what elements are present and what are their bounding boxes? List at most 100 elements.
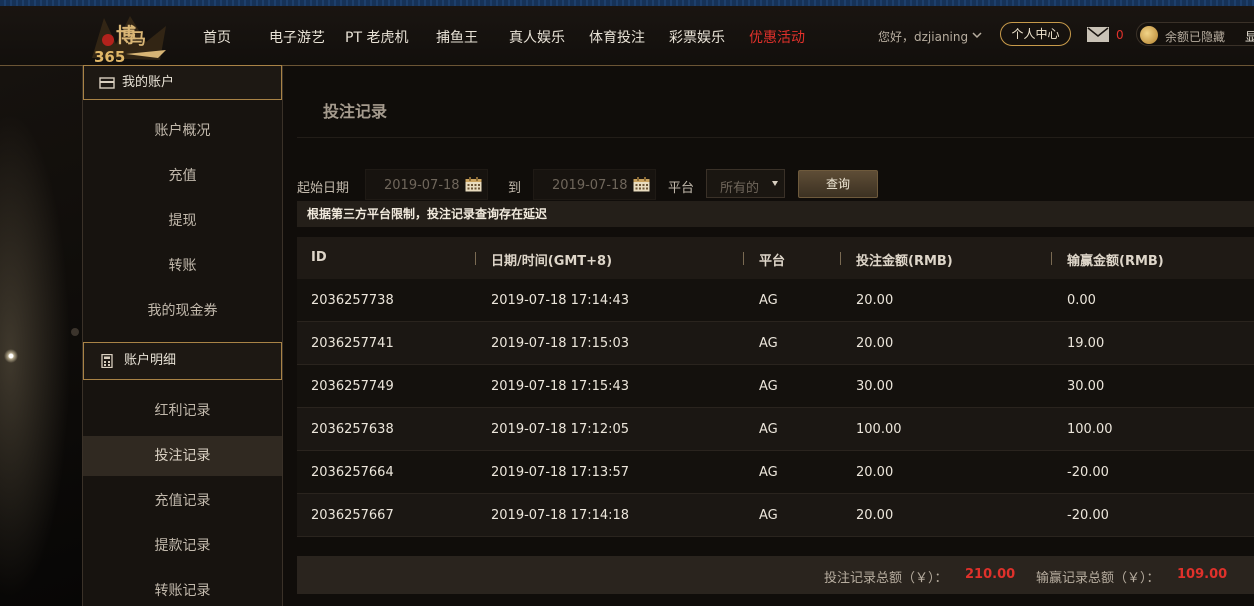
- column-header-datetime: 日期/时间(GMT+8): [491, 254, 613, 269]
- column-divider: [1051, 252, 1052, 265]
- show-balance-link[interactable]: 显: [1245, 28, 1254, 45]
- cell-datetime: 2019-07-18 17:14:18: [491, 508, 630, 523]
- dropdown-arrow-icon: [772, 181, 778, 186]
- balance-toggle[interactable]: 余额已隐藏 显: [1136, 22, 1254, 46]
- sidebar-item-transfer[interactable]: 转账: [83, 246, 282, 286]
- column-header-platform: 平台: [759, 254, 786, 269]
- nav-live-casino[interactable]: 真人娱乐: [509, 27, 565, 47]
- cell-platform: AG: [759, 379, 778, 394]
- nav-home[interactable]: 首页: [203, 27, 231, 47]
- chevron-down-icon[interactable]: [971, 30, 983, 40]
- nav-fishing-king[interactable]: 捕鱼王: [436, 27, 478, 47]
- cell-id: 2036257749: [311, 379, 394, 394]
- cell-datetime: 2019-07-18 17:15:03: [491, 336, 630, 351]
- cell-win-loss: 100.00: [1067, 422, 1113, 437]
- nav-lottery[interactable]: 彩票娱乐: [669, 27, 725, 47]
- sidebar-item-bet-records[interactable]: 投注记录: [83, 436, 282, 476]
- sidebar-section-account-details[interactable]: 账户明细: [83, 342, 282, 380]
- nav-sports-betting[interactable]: 体育投注: [589, 27, 645, 47]
- query-button[interactable]: 查询: [798, 170, 878, 198]
- sidebar-item-withdraw[interactable]: 提现: [83, 201, 282, 241]
- page-title: 投注记录: [323, 102, 388, 121]
- totals-summary-bar: 投注记录总额（￥）： 210.00 输赢记录总额（￥）： 109.00: [297, 556, 1254, 594]
- column-divider: [743, 252, 744, 265]
- table-row[interactable]: 2036257738 2019-07-18 17:14:43 AG 20.00 …: [297, 279, 1254, 322]
- account-sidebar: 我的账户 账户概况 充值 提现 转账 我的现金券 账户明细 红利记录 投注记录 …: [82, 65, 283, 606]
- card-icon: [99, 77, 115, 89]
- delay-notice: 根据第三方平台限制，投注记录查询存在延迟: [297, 201, 1254, 227]
- cell-id: 2036257738: [311, 293, 394, 308]
- table-row[interactable]: 2036257749 2019-07-18 17:15:43 AG 30.00 …: [297, 365, 1254, 408]
- end-date-input[interactable]: 2019-07-18: [533, 169, 656, 200]
- nav-electronic-games[interactable]: 电子游艺: [269, 27, 325, 47]
- sidebar-item-account-overview[interactable]: 账户概况: [83, 111, 282, 151]
- cell-platform: AG: [759, 465, 778, 480]
- personal-center-button[interactable]: 个人中心: [1000, 22, 1071, 46]
- sidebar-item-withdrawal-records[interactable]: 提款记录: [83, 526, 282, 566]
- balance-hidden-text: 余额已隐藏: [1165, 30, 1226, 44]
- platform-label: 平台: [668, 181, 695, 196]
- cell-win-loss: 19.00: [1067, 336, 1105, 351]
- table-row[interactable]: 2036257664 2019-07-18 17:13:57 AG 20.00 …: [297, 451, 1254, 494]
- nav-promotions[interactable]: 优惠活动: [749, 27, 805, 47]
- calendar-icon[interactable]: [465, 177, 482, 192]
- bet-total-value: 210.00: [965, 567, 1016, 582]
- cell-win-loss: 0.00: [1067, 293, 1096, 308]
- cell-datetime: 2019-07-18 17:15:43: [491, 379, 630, 394]
- end-date-value: 2019-07-18: [552, 178, 628, 193]
- cell-bet-amount: 20.00: [856, 508, 894, 523]
- top-navigation-bar: 博 马 365 首页 电子游艺 PT 老虎机 捕鱼王 真人娱乐 体育投注 彩票娱…: [0, 6, 1254, 66]
- calendar-icon[interactable]: [633, 177, 650, 192]
- cell-platform: AG: [759, 336, 778, 351]
- cell-id: 2036257667: [311, 508, 394, 523]
- cell-bet-amount: 20.00: [856, 465, 894, 480]
- main-content: 投注记录 起始日期 2019-07-18 到 2019-07-18 平台 所有的…: [283, 66, 1254, 606]
- cell-bet-amount: 100.00: [856, 422, 902, 437]
- column-header-bet-amount: 投注金额(RMB): [856, 254, 953, 269]
- start-date-input[interactable]: 2019-07-18: [365, 169, 488, 200]
- sidebar-item-deposit[interactable]: 充值: [83, 156, 282, 196]
- start-date-label: 起始日期: [297, 181, 350, 196]
- cell-win-loss: 30.00: [1067, 379, 1105, 394]
- sidebar-section-label: 账户明细: [124, 353, 177, 368]
- nav-pt-slots[interactable]: PT 老虎机: [345, 27, 408, 47]
- light-sparkle-decoration: [4, 349, 18, 363]
- table-row[interactable]: 2036257667 2019-07-18 17:14:18 AG 20.00 …: [297, 494, 1254, 537]
- sidebar-item-deposit-records[interactable]: 充值记录: [83, 481, 282, 521]
- sidebar-section-label: 我的账户: [122, 75, 175, 90]
- sidebar-item-transfer-records[interactable]: 转账记录: [83, 571, 282, 606]
- to-label: 到: [508, 181, 522, 196]
- cell-bet-amount: 20.00: [856, 293, 894, 308]
- site-logo[interactable]: 博 马 365: [86, 14, 172, 66]
- cell-datetime: 2019-07-18 17:12:05: [491, 422, 630, 437]
- title-divider: [297, 137, 1254, 138]
- start-date-value: 2019-07-18: [384, 178, 460, 193]
- mail-icon[interactable]: [1087, 27, 1109, 42]
- sidebar-item-cash-coupons[interactable]: 我的现金券: [83, 291, 282, 331]
- sidebar-section-my-account[interactable]: 我的账户: [83, 65, 282, 100]
- column-header-win-loss: 输赢金额(RMB): [1067, 254, 1164, 269]
- table-row[interactable]: 2036257741 2019-07-18 17:15:03 AG 20.00 …: [297, 322, 1254, 365]
- user-greeting[interactable]: 您好，dzjianing: [878, 28, 968, 45]
- cell-datetime: 2019-07-18 17:13:57: [491, 465, 630, 480]
- cell-datetime: 2019-07-18 17:14:43: [491, 293, 630, 308]
- column-header-id: ID: [311, 250, 327, 265]
- coin-icon: [1140, 26, 1158, 44]
- cell-win-loss: -20.00: [1067, 508, 1109, 523]
- svg-text:马: 马: [130, 29, 146, 48]
- mail-count-badge: 0: [1116, 28, 1124, 42]
- dot-decoration: [71, 328, 79, 336]
- cell-bet-amount: 20.00: [856, 336, 894, 351]
- cell-id: 2036257741: [311, 336, 394, 351]
- cell-platform: AG: [759, 508, 778, 523]
- cell-bet-amount: 30.00: [856, 379, 894, 394]
- bet-records-table: ID 日期/时间(GMT+8) 平台 投注金额(RMB) 输赢金额(RMB) 2…: [297, 237, 1254, 537]
- sidebar-item-bonus-records[interactable]: 红利记录: [83, 391, 282, 431]
- table-row[interactable]: 2036257638 2019-07-18 17:12:05 AG 100.00…: [297, 408, 1254, 451]
- platform-select[interactable]: 所有的: [706, 169, 785, 198]
- background-decoration: [0, 66, 82, 606]
- column-divider: [475, 252, 476, 265]
- bet-total-label: 投注记录总额（￥）：: [824, 571, 948, 586]
- platform-selected-value: 所有的: [720, 181, 760, 196]
- column-divider: [840, 252, 841, 265]
